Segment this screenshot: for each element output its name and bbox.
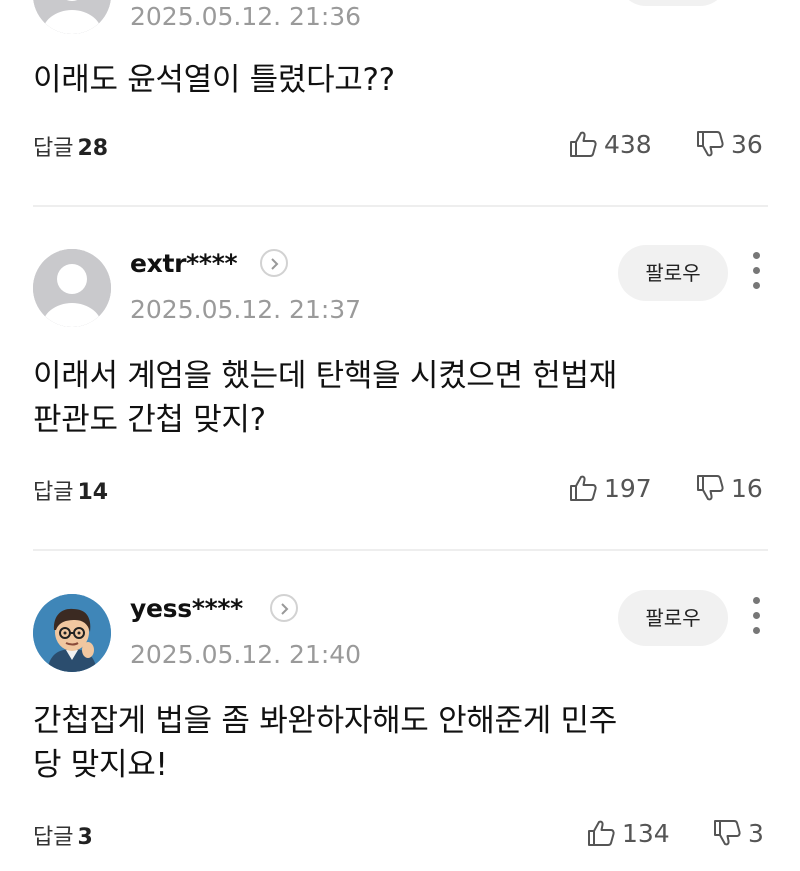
like-button[interactable]: 134 bbox=[586, 815, 670, 851]
dislike-count: 3 bbox=[748, 818, 764, 848]
avatar[interactable] bbox=[33, 0, 111, 34]
like-count: 134 bbox=[622, 818, 670, 848]
reply-count: 14 bbox=[77, 480, 109, 505]
comment-text: 간첩잡게 법을 좀 봐완하자해도 안해준게 민주 당 맞지요! bbox=[33, 699, 733, 787]
dislike-count: 16 bbox=[731, 473, 763, 503]
comment-text-line: 판관도 간첩 맞지? bbox=[33, 402, 266, 438]
reply-button[interactable]: 답글 3 bbox=[33, 819, 93, 851]
thumbs-up-icon bbox=[570, 131, 597, 157]
dislike-button[interactable]: 16 bbox=[695, 470, 763, 506]
comment-username[interactable]: yess**** bbox=[130, 594, 243, 623]
comment-text: 이래도 윤석열이 틀렸다고?? bbox=[33, 62, 395, 98]
thumbs-down-icon bbox=[697, 131, 724, 157]
comment-footer: 답글 3 134 3 bbox=[0, 815, 800, 855]
avatar[interactable] bbox=[33, 249, 111, 327]
chevron-right-icon bbox=[281, 603, 289, 615]
chevron-right-icon bbox=[271, 258, 279, 270]
reply-count: 3 bbox=[77, 825, 93, 850]
divider bbox=[33, 549, 768, 551]
profile-chevron[interactable] bbox=[270, 594, 298, 622]
follow-button[interactable]: 팔로우 bbox=[618, 0, 728, 6]
reply-label: 답글 bbox=[33, 480, 74, 505]
comment-text: 이래서 계엄을 했는데 탄핵을 시켰으면 헌법재 판관도 간첩 맞지? bbox=[33, 354, 733, 442]
like-button[interactable]: 197 bbox=[568, 470, 652, 506]
avatar[interactable] bbox=[33, 594, 111, 672]
follow-button[interactable]: 팔로우 bbox=[618, 245, 728, 301]
more-options-icon[interactable] bbox=[751, 597, 763, 637]
reply-button[interactable]: 답글 14 bbox=[33, 474, 108, 506]
thumbs-down-icon bbox=[714, 820, 741, 846]
comment-timestamp: 2025.05.12. 21:40 bbox=[130, 640, 362, 669]
comment-text-line: 이래서 계엄을 했는데 탄핵을 시켰으면 헌법재 bbox=[33, 358, 617, 394]
dislike-button[interactable]: 3 bbox=[712, 815, 764, 851]
thumbs-up-icon bbox=[570, 475, 597, 501]
like-count: 197 bbox=[604, 473, 652, 503]
comment-timestamp: 2025.05.12. 21:36 bbox=[130, 2, 362, 31]
reply-label: 답글 bbox=[33, 825, 74, 850]
follow-button[interactable]: 팔로우 bbox=[618, 590, 728, 646]
more-options-icon[interactable] bbox=[751, 252, 763, 292]
comment-username[interactable]: extr**** bbox=[130, 249, 238, 278]
reply-label: 답글 bbox=[33, 136, 74, 161]
like-button[interactable]: 438 bbox=[568, 126, 652, 162]
dislike-count: 36 bbox=[731, 129, 763, 159]
default-avatar-icon bbox=[33, 0, 111, 34]
like-count: 438 bbox=[604, 129, 652, 159]
dislike-button[interactable]: 36 bbox=[695, 126, 763, 162]
comment-footer: 답글 14 197 16 bbox=[0, 470, 800, 510]
thumbs-up-icon bbox=[588, 820, 615, 846]
cartoon-avatar-icon bbox=[33, 594, 111, 672]
reply-button[interactable]: 답글 28 bbox=[33, 130, 108, 162]
default-avatar-icon bbox=[33, 249, 111, 327]
comment-text-line: 당 맞지요! bbox=[33, 747, 168, 783]
profile-chevron[interactable] bbox=[260, 249, 288, 277]
comment-timestamp: 2025.05.12. 21:37 bbox=[130, 295, 362, 324]
reply-count: 28 bbox=[77, 136, 109, 161]
comment-text-line: 간첩잡게 법을 좀 봐완하자해도 안해준게 민주 bbox=[33, 703, 617, 739]
thumbs-down-icon bbox=[697, 475, 724, 501]
divider bbox=[33, 205, 768, 207]
comment-footer: 답글 28 438 36 bbox=[0, 126, 800, 166]
